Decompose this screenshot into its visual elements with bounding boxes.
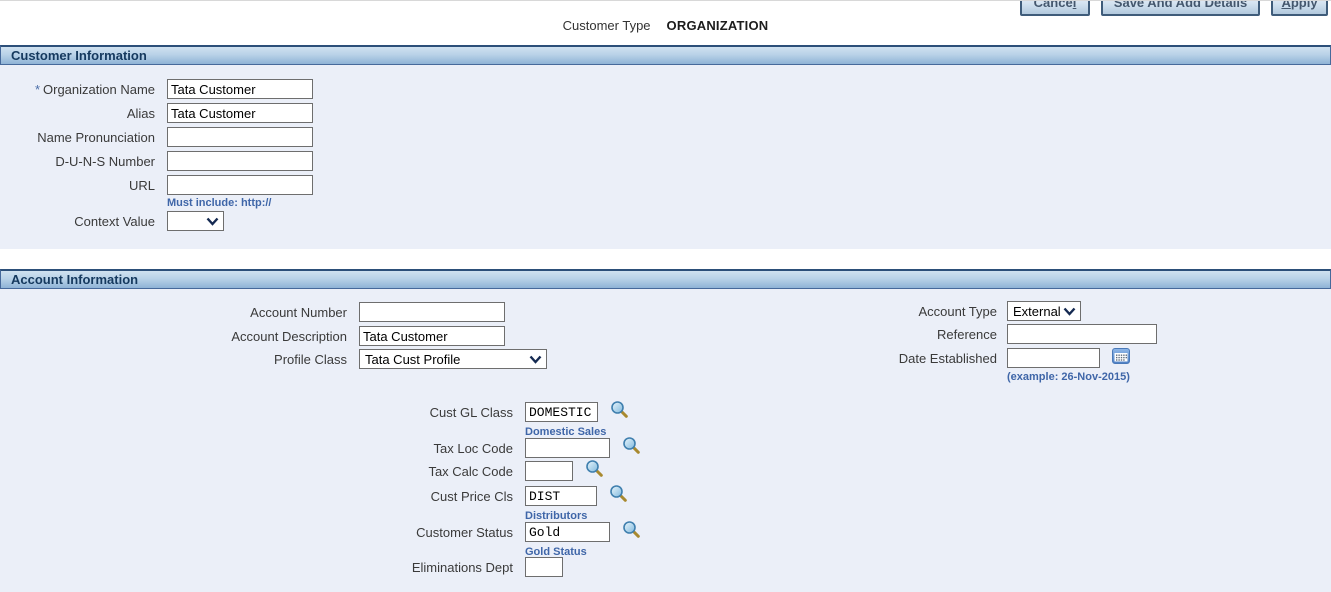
profile-class-row: Profile Class Tata Cust Profile: [0, 348, 547, 370]
chevron-down-icon: [1063, 307, 1076, 316]
cancel-button[interactable]: Cancel: [1020, 0, 1090, 16]
name-pronunciation-row: Name Pronunciation: [0, 126, 313, 148]
customer-status-input[interactable]: [525, 522, 610, 542]
tax-loc-code-input[interactable]: [525, 438, 610, 458]
date-established-label: Date Established: [850, 351, 1007, 366]
duns-number-row: D-U-N-S Number: [0, 150, 313, 172]
account-description-row: Account Description: [0, 325, 505, 347]
apply-button-label: pply: [1291, 0, 1318, 10]
customer-information-title: Customer Information: [11, 48, 147, 63]
customer-information-section: *Organization Name Alias Name Pronunciat…: [0, 65, 1331, 249]
duns-number-input[interactable]: [167, 151, 313, 171]
date-established-input[interactable]: [1007, 348, 1100, 368]
lookup-magnifier-icon[interactable]: [622, 436, 641, 460]
account-number-label: Account Number: [0, 305, 359, 320]
tax-calc-code-label: Tax Calc Code: [0, 464, 525, 479]
url-row: URL: [0, 174, 313, 196]
account-information-section: Account Number Account Description Profi…: [0, 289, 1331, 592]
name-pronunciation-input[interactable]: [167, 127, 313, 147]
customer-status-row: Customer Status: [0, 521, 641, 543]
url-input[interactable]: [167, 175, 313, 195]
action-button-bar: Cancel Save And Add Details Apply: [1020, 0, 1328, 16]
organization-name-row: *Organization Name: [0, 78, 313, 100]
context-value-select[interactable]: [167, 211, 224, 231]
name-pronunciation-label: Name Pronunciation: [0, 130, 167, 145]
alias-input[interactable]: [167, 103, 313, 123]
url-hint: Must include: http://: [167, 197, 271, 209]
eliminations-dept-row: Eliminations Dept: [0, 556, 563, 578]
cust-gl-class-label: Cust GL Class: [0, 405, 525, 420]
alias-label: Alias: [0, 106, 167, 121]
account-number-input[interactable]: [359, 302, 505, 322]
chevron-down-icon: [206, 217, 219, 226]
cust-gl-class-row: Cust GL Class: [0, 401, 629, 423]
context-value-row: Context Value: [0, 210, 224, 232]
account-number-row: Account Number: [0, 301, 505, 323]
alias-row: Alias: [0, 102, 313, 124]
organization-name-label: *Organization Name: [0, 82, 167, 97]
apply-button[interactable]: Apply: [1271, 0, 1328, 16]
account-description-input[interactable]: [359, 326, 505, 346]
profile-class-selected: Tata Cust Profile: [365, 352, 460, 367]
customer-type-row: Customer Type ORGANIZATION: [0, 18, 1331, 33]
organization-name-input[interactable]: [167, 79, 313, 99]
cust-gl-class-input[interactable]: [525, 402, 598, 422]
cust-price-cls-label: Cust Price Cls: [0, 489, 525, 504]
save-and-add-details-button[interactable]: Save And Add Details: [1101, 0, 1260, 16]
account-description-label: Account Description: [0, 329, 359, 344]
account-type-select[interactable]: External: [1007, 301, 1081, 321]
customer-form-page: Cancel Save And Add Details Apply Custom…: [0, 0, 1331, 592]
account-type-label: Account Type: [850, 304, 1007, 319]
tax-calc-code-row: Tax Calc Code: [0, 460, 604, 482]
customer-type-label: Customer Type: [563, 18, 651, 33]
cancel-button-label: Cance: [1034, 0, 1073, 10]
lookup-magnifier-icon[interactable]: [622, 520, 641, 544]
lookup-magnifier-icon[interactable]: [610, 400, 629, 424]
customer-information-header: Customer Information: [0, 45, 1331, 65]
eliminations-dept-label: Eliminations Dept: [0, 560, 525, 575]
lookup-magnifier-icon[interactable]: [609, 484, 628, 508]
profile-class-select[interactable]: Tata Cust Profile: [359, 349, 547, 369]
cust-price-cls-row: Cust Price Cls: [0, 485, 628, 507]
required-marker: *: [35, 82, 40, 97]
url-label: URL: [0, 178, 167, 193]
lookup-magnifier-icon[interactable]: [585, 459, 604, 483]
chevron-down-icon: [529, 355, 542, 364]
reference-label: Reference: [850, 327, 1007, 342]
account-type-row: Account Type External: [850, 300, 1081, 322]
apply-button-accesskey: A: [1281, 0, 1290, 10]
reference-input[interactable]: [1007, 324, 1157, 344]
cust-price-cls-input[interactable]: [525, 486, 597, 506]
customer-status-label: Customer Status: [0, 525, 525, 540]
save-and-add-details-label: Save And Add Details: [1114, 0, 1247, 10]
calendar-icon[interactable]: [1112, 348, 1130, 369]
duns-number-label: D-U-N-S Number: [0, 154, 167, 169]
context-value-label: Context Value: [0, 214, 167, 229]
eliminations-dept-input[interactable]: [525, 557, 563, 577]
date-established-row: Date Established: [850, 347, 1130, 369]
tax-loc-code-label: Tax Loc Code: [0, 441, 525, 456]
tax-calc-code-input[interactable]: [525, 461, 573, 481]
tax-loc-code-row: Tax Loc Code: [0, 437, 641, 459]
account-information-title: Account Information: [11, 272, 138, 287]
customer-type-value: ORGANIZATION: [667, 18, 769, 33]
cancel-button-accesskey: l: [1073, 0, 1077, 10]
profile-class-label: Profile Class: [0, 352, 359, 367]
reference-row: Reference: [850, 323, 1157, 345]
account-information-header: Account Information: [0, 269, 1331, 289]
date-established-hint: (example: 26-Nov-2015): [1007, 371, 1130, 383]
account-type-selected: External: [1013, 304, 1061, 319]
